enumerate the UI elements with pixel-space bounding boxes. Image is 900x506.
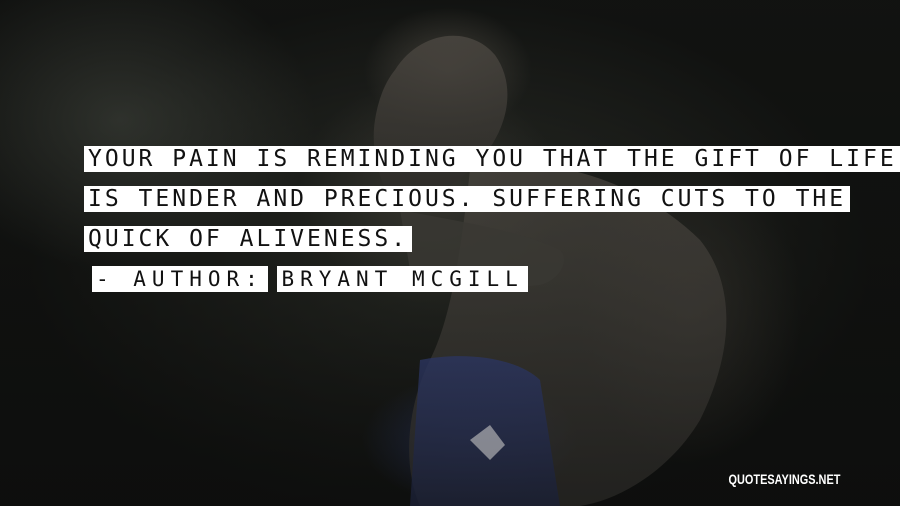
quote-line-2: is tender and precious. Suffering cuts t… xyxy=(84,186,851,212)
quote-block: Your pain is reminding you that the gift… xyxy=(84,146,900,292)
quote-line-1: Your pain is reminding you that the gift… xyxy=(84,146,900,172)
author-prefix: - Author: xyxy=(92,266,268,292)
site-watermark: QUOTESAYINGS.NET xyxy=(728,471,840,487)
author-name: Bryant McGill xyxy=(277,266,528,292)
quote-line-3: quick of aliveness. xyxy=(84,226,413,252)
